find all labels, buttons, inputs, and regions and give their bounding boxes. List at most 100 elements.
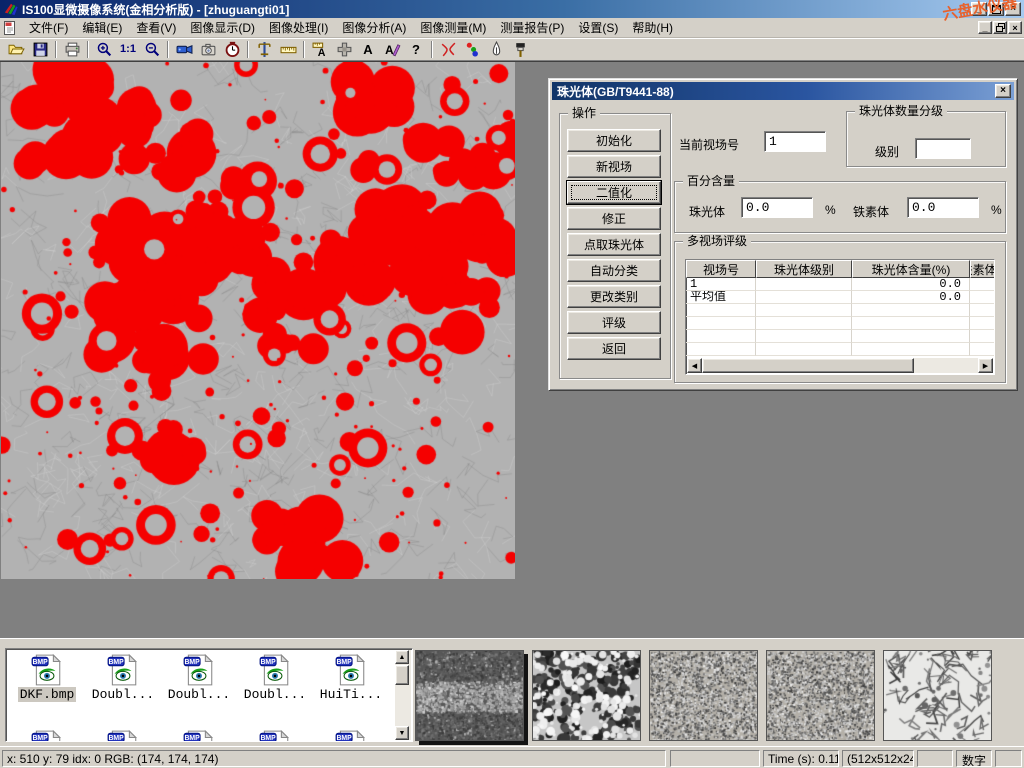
mdi-close-button[interactable]: × [1008,21,1022,34]
mdi-minimize-button[interactable]: _ [978,21,992,34]
table-header-0[interactable]: 视场号 [686,260,756,278]
file-item-3[interactable]: BMPDoubl... [238,651,312,737]
menu-item-measure-report[interactable]: 测量报告(P) [493,17,571,38]
scroll-down-icon[interactable]: ▼ [395,726,409,740]
table-header-3[interactable]: 铁素体含量(%) [970,260,995,278]
change-class-button[interactable]: 更改类别 [567,285,661,308]
bmp-file-icon: BMP [10,653,84,687]
file-item-row2-0[interactable]: BMP [10,727,84,742]
scroll-left-icon[interactable]: ◀ [687,358,702,373]
scroll-up-icon[interactable]: ▲ [395,650,409,664]
status-image-size: (512x512x24) [842,750,914,767]
grade-input[interactable] [915,138,971,159]
file-browser-scrollbar[interactable]: ▲ ▼ [395,650,411,740]
return-button[interactable]: 返回 [567,337,661,360]
window-title: IS100显微摄像系统(金相分析版) - [zhuguangti01] [22,1,289,18]
scrollbar-thumb[interactable] [702,358,914,373]
print-icon[interactable] [60,39,84,60]
percent-group-label: 百分含量 [683,174,739,188]
measure-label-icon[interactable]: A [308,39,332,60]
svg-text:A: A [317,46,325,57]
zoom-in-icon[interactable] [92,39,116,60]
grid-cross-icon[interactable] [332,39,356,60]
table-row[interactable]: 平均值0.0 [686,291,994,304]
menu-item-image-display[interactable]: 图像显示(D) [183,17,262,38]
table-row[interactable] [686,343,994,356]
file-item-0[interactable]: BMPDKF.bmp [10,651,84,737]
table-header-2[interactable]: 珠光体含量(%) [852,260,970,278]
save-icon[interactable] [28,39,52,60]
scrollbar-thumb[interactable] [395,665,409,685]
status-spare-3 [995,750,1022,767]
help-icon[interactable]: ? [404,39,428,60]
open-file-icon[interactable] [4,39,28,60]
metallograph-thumbnail-1[interactable] [415,650,524,741]
dialog-title-bar[interactable]: 珠光体(GB/T9441-88) [552,82,1014,100]
metallograph-thumbnail-3[interactable] [649,650,758,741]
app-title-bar: IS100显微摄像系统(金相分析版) - [zhuguangti01] _ × [0,0,1024,18]
annotate-icon[interactable]: A [380,39,404,60]
document-icon[interactable] [2,20,22,36]
menu-item-file[interactable]: 文件(F) [22,17,75,38]
metallograph-image[interactable] [1,62,515,579]
modify-button[interactable]: 修正 [567,207,661,230]
timer-icon[interactable] [220,39,244,60]
curve-tool-icon[interactable] [436,39,460,60]
pearlite-percent-input[interactable] [741,197,813,218]
pick-pearlite-button[interactable]: 点取珠光体 [567,233,661,256]
menu-item-image-processing[interactable]: 图像处理(I) [262,17,335,38]
table-cell-empty [686,330,756,343]
text-tool-icon[interactable]: A [356,39,380,60]
table-row[interactable] [686,304,994,317]
current-field-input[interactable] [764,131,826,152]
file-item-row2-4[interactable]: BMP [314,727,388,742]
file-item-4[interactable]: BMPHuiTi... [314,651,388,737]
file-name-label: Doubl... [242,687,308,702]
pearlite-percent-unit: % [825,203,836,217]
table-cell-empty [756,343,852,356]
scroll-right-icon[interactable]: ▶ [978,358,993,373]
file-item-row2-3[interactable]: BMP [238,727,312,742]
table-row[interactable] [686,317,994,330]
zoom-actual-size-icon[interactable]: 1:1 [116,39,140,60]
metallograph-thumbnail-4[interactable] [766,650,875,741]
menu-item-image-analysis[interactable]: 图像分析(A) [335,17,413,38]
color-markers-icon[interactable] [460,39,484,60]
rate-button[interactable]: 评级 [567,311,661,334]
zoom-out-icon[interactable] [140,39,164,60]
table-row[interactable] [686,330,994,343]
file-item-2[interactable]: BMPDoubl... [162,651,236,737]
multi-field-table[interactable]: 视场号珠光体级别珠光体含量(%)铁素体含量(%) 10.0平均值0.0 ◀ ▶ [685,259,995,375]
dialog-close-button[interactable]: × [995,84,1011,98]
brush-tool-icon[interactable] [508,39,532,60]
application-window: IS100显微摄像系统(金相分析版) - [zhuguangti01] _ × … [0,0,1024,768]
menu-item-edit[interactable]: 编辑(E) [75,17,129,38]
video-capture-icon[interactable] [172,39,196,60]
ruler-icon[interactable] [276,39,300,60]
auto-classify-button[interactable]: 自动分类 [567,259,661,282]
new-field-button[interactable]: 新视场 [567,155,661,178]
file-item-1[interactable]: BMPDoubl... [86,651,160,737]
table-horizontal-scrollbar[interactable]: ◀ ▶ [687,358,993,373]
file-item-row2-1[interactable]: BMP [86,727,160,742]
table-row[interactable]: 10.0 [686,278,994,291]
svg-text:BMP: BMP [260,735,276,742]
caliper-icon[interactable] [252,39,276,60]
table-cell-empty [756,317,852,330]
menu-item-image-measure[interactable]: 图像测量(M) [413,17,493,38]
binarize-button[interactable]: 二值化 [567,181,661,204]
camera-capture-icon[interactable] [196,39,220,60]
file-item-row2-2[interactable]: BMP [162,727,236,742]
menu-bar: 文件(F)编辑(E)查看(V)图像显示(D)图像处理(I)图像分析(A)图像测量… [0,18,1024,38]
pen-tool-icon[interactable] [484,39,508,60]
initialize-button[interactable]: 初始化 [567,129,661,152]
menu-item-settings[interactable]: 设置(S) [571,17,625,38]
metallograph-thumbnail-2[interactable] [532,650,641,741]
table-header-1[interactable]: 珠光体级别 [756,260,852,278]
ferrite-percent-input[interactable] [907,197,979,218]
menu-item-help[interactable]: 帮助(H) [625,17,680,38]
menu-item-view[interactable]: 查看(V) [129,17,183,38]
metallograph-thumbnail-5[interactable] [883,650,992,741]
mdi-restore-button[interactable] [993,21,1007,34]
table-cell [970,291,995,304]
